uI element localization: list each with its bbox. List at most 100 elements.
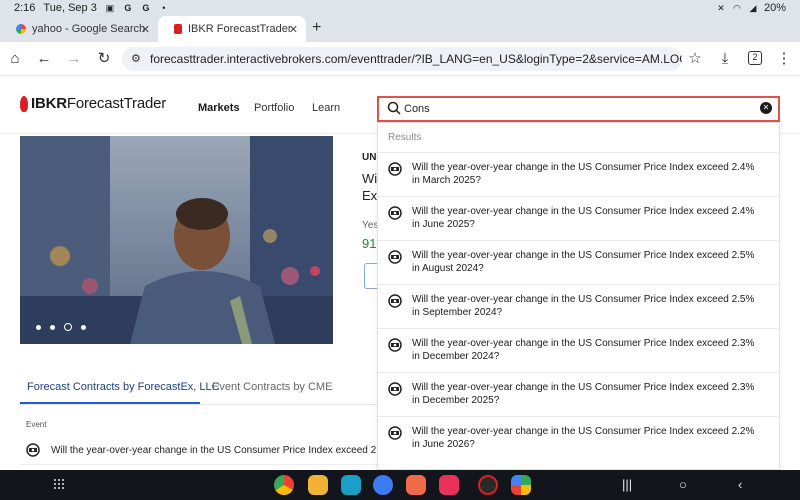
search-result-item[interactable]: Will the year-over-year change in the US… bbox=[378, 284, 779, 328]
nav-portfolio[interactable]: Portfolio bbox=[254, 102, 294, 114]
cpi-icon bbox=[388, 294, 402, 308]
search-result-item[interactable]: Will the year-over-year change in the US… bbox=[378, 240, 779, 284]
status-bar: 2:16 Tue, Sep 3 ▣ G G • ✕ ◠ ◢ 20% bbox=[0, 0, 800, 16]
files-icon[interactable] bbox=[308, 475, 328, 495]
nav-markets[interactable]: Markets bbox=[198, 102, 240, 114]
home-button-icon[interactable]: ○ bbox=[679, 477, 687, 492]
search-result-item[interactable]: Will the year-over-year change in the US… bbox=[378, 152, 779, 196]
cpi-icon bbox=[388, 338, 402, 352]
cpi-icon bbox=[388, 382, 402, 396]
event-column-header: Event bbox=[26, 420, 47, 429]
ibkr-app-icon[interactable] bbox=[478, 475, 498, 495]
search-result-item[interactable]: Will the year-over-year change in the US… bbox=[378, 196, 779, 240]
reload-icon[interactable]: ↻ bbox=[95, 50, 113, 68]
hero-image bbox=[20, 136, 333, 344]
home-icon[interactable]: ⌂ bbox=[6, 50, 24, 68]
search-result-text: Will the year-over-year change in the US… bbox=[412, 338, 755, 362]
bookmark-star-icon[interactable]: ☆ bbox=[686, 50, 704, 68]
city-street-photo bbox=[20, 136, 333, 344]
dot-icon: • bbox=[162, 3, 166, 13]
search-result-text: Will the year-over-year change in the US… bbox=[412, 382, 755, 406]
clear-search-icon[interactable]: ✕ bbox=[760, 102, 772, 114]
hero-title-line2: Ex bbox=[362, 188, 378, 203]
browser-tab-ibkr[interactable]: IBKR ForecastTrader ✕ bbox=[158, 16, 306, 42]
carousel-dots bbox=[36, 323, 86, 331]
battery-level: 20% bbox=[763, 2, 786, 14]
google-notification-icon: G bbox=[142, 3, 150, 13]
gallery-icon: ▣ bbox=[105, 3, 115, 13]
download-icon[interactable]: ⤓ bbox=[716, 50, 734, 68]
carousel-dot[interactable] bbox=[81, 324, 86, 330]
chrome-icon[interactable] bbox=[274, 475, 294, 495]
ibkr-logo[interactable]: IBKR ForecastTrader bbox=[20, 95, 166, 112]
nav-learn[interactable]: Learn bbox=[312, 102, 340, 114]
search-result-item[interactable]: Will the year-over-year change in the US… bbox=[378, 372, 779, 416]
wifi-icon: ◠ bbox=[733, 3, 741, 13]
site-settings-icon[interactable]: ⚙ bbox=[131, 47, 141, 71]
ibkr-icon bbox=[174, 24, 182, 34]
forward-icon[interactable]: → bbox=[65, 50, 83, 68]
divider bbox=[20, 404, 377, 405]
cpi-icon bbox=[388, 250, 402, 264]
search-result-item[interactable]: Will the year-over-year change in the US… bbox=[378, 328, 779, 372]
android-nav-bar: ||| ○ ‹ bbox=[0, 470, 800, 500]
carousel-dot[interactable] bbox=[50, 324, 55, 330]
tab-title: yahoo - Google Search bbox=[32, 23, 146, 35]
app-drawer-icon[interactable] bbox=[53, 478, 65, 490]
cpi-icon bbox=[388, 162, 402, 176]
hero-yes-label: Yes bbox=[362, 220, 379, 231]
tab-switcher-button[interactable]: 2 bbox=[748, 51, 762, 65]
cpi-icon bbox=[388, 426, 402, 440]
event-row-title[interactable]: Will the year-over-year change in the US… bbox=[51, 445, 377, 456]
more-menu-icon[interactable]: ⋮ bbox=[775, 50, 793, 68]
tab-title: IBKR ForecastTrader bbox=[188, 23, 292, 35]
search-result-text: Will the year-over-year change in the US… bbox=[412, 206, 755, 230]
hero-category: UN bbox=[362, 152, 377, 163]
tab-forecastex[interactable]: Forecast Contracts by ForecastEx, LLC bbox=[27, 381, 220, 393]
camera-icon[interactable] bbox=[439, 475, 459, 495]
results-heading: Results bbox=[388, 132, 422, 143]
search-result-text: Will the year-over-year change in the US… bbox=[412, 250, 755, 274]
recents-icon[interactable]: ||| bbox=[622, 477, 632, 492]
carousel-dot-active[interactable] bbox=[64, 323, 72, 331]
status-date: Tue, Sep 3 bbox=[43, 2, 97, 14]
cpi-icon bbox=[388, 206, 402, 220]
search-result-text: Will the year-over-year change in the US… bbox=[412, 162, 755, 186]
back-icon[interactable]: ← bbox=[35, 50, 53, 68]
search-icon bbox=[387, 101, 401, 115]
play-store-icon[interactable] bbox=[511, 475, 531, 495]
hero-title-line1: Wi bbox=[362, 171, 378, 186]
address-bar[interactable]: ⚙ forecasttrader.interactivebrokers.com/… bbox=[122, 47, 682, 71]
close-icon[interactable]: ✕ bbox=[141, 23, 150, 36]
tab-cme[interactable]: Event Contracts by CME bbox=[212, 381, 332, 393]
google-notification-icon: G bbox=[124, 3, 132, 13]
cpi-icon bbox=[26, 443, 40, 457]
hero-yes-price: 91 bbox=[362, 236, 377, 251]
new-tab-icon[interactable]: + bbox=[312, 19, 321, 37]
ibkr-flame-icon bbox=[20, 95, 28, 112]
browser-tab-google[interactable]: yahoo - Google Search ✕ bbox=[0, 16, 158, 42]
browser-tab-bar: yahoo - Google Search ✕ IBKR ForecastTra… bbox=[0, 16, 800, 42]
contacts-icon[interactable] bbox=[406, 475, 426, 495]
url-toolbar: ⌂ ← → ↻ ⚙ forecasttrader.interactivebrok… bbox=[0, 42, 800, 76]
google-icon bbox=[16, 24, 26, 34]
search-result-text: Will the year-over-year change in the US… bbox=[412, 294, 755, 318]
mute-icon: ✕ bbox=[717, 3, 725, 13]
divider bbox=[20, 464, 377, 465]
market-search-box[interactable]: ✕ bbox=[377, 96, 780, 122]
back-nav-icon[interactable]: ‹ bbox=[738, 477, 742, 492]
search-result-text: Will the year-over-year change in the US… bbox=[412, 426, 755, 450]
calendar-icon[interactable] bbox=[341, 475, 361, 495]
status-time: 2:16 bbox=[14, 2, 36, 14]
search-results-dropdown: Results Will the year-over-year change i… bbox=[377, 122, 780, 470]
messages-icon[interactable] bbox=[373, 475, 393, 495]
close-icon[interactable]: ✕ bbox=[289, 23, 298, 36]
active-tab-indicator bbox=[20, 402, 200, 404]
logo-text: ForecastTrader bbox=[66, 95, 167, 112]
search-input[interactable] bbox=[404, 100, 744, 118]
search-result-item[interactable]: Will the year-over-year change in the US… bbox=[378, 416, 779, 460]
url-text: forecasttrader.interactivebrokers.com/ev… bbox=[150, 52, 682, 66]
logo-bold: IBKR bbox=[31, 95, 67, 112]
carousel-dot[interactable] bbox=[36, 324, 41, 330]
signal-icon: ◢ bbox=[749, 3, 757, 13]
